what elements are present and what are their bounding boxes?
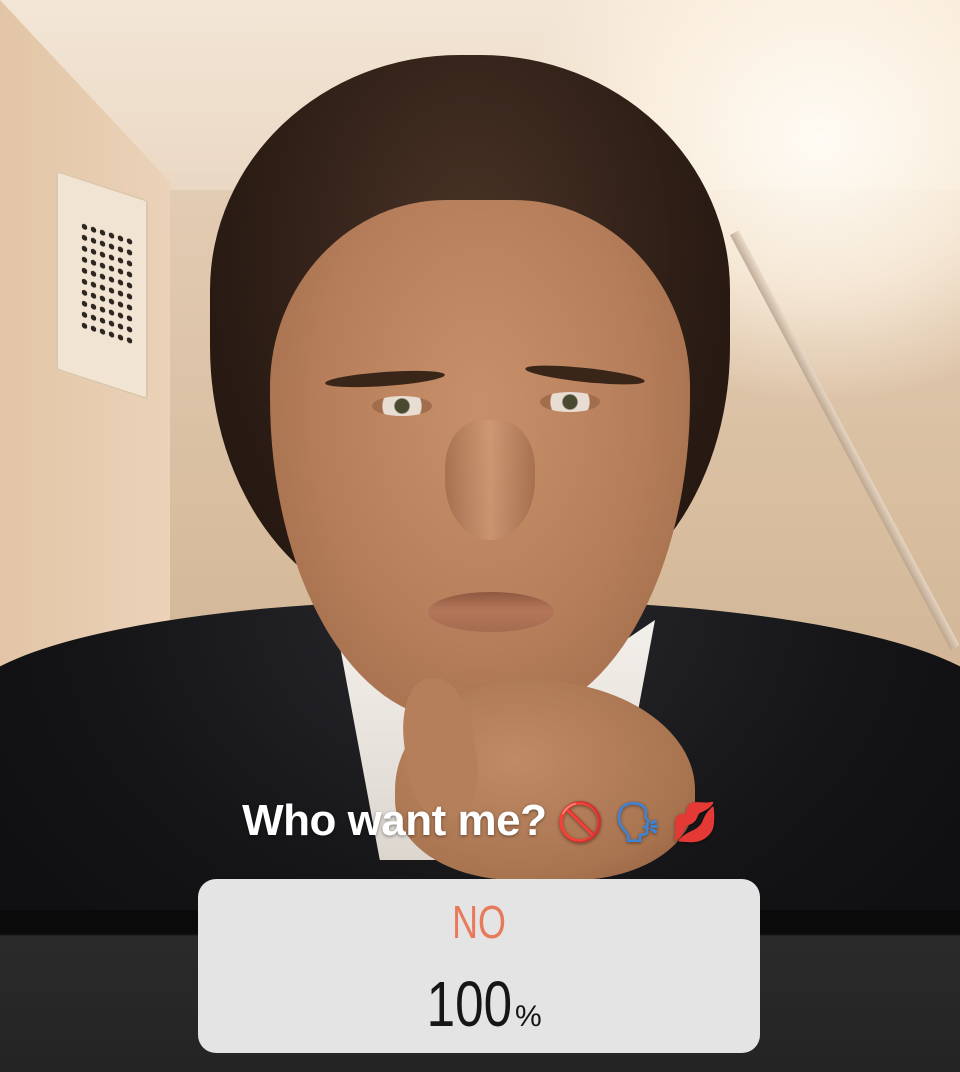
no-entry-emoji-icon: 🚫 bbox=[556, 800, 604, 844]
air-vent bbox=[56, 170, 148, 400]
background-photo bbox=[0, 0, 960, 910]
poll-sticker[interactable]: NO 100% bbox=[198, 879, 760, 1053]
poll-option-label[interactable]: NO bbox=[260, 895, 698, 949]
story-caption: Who want me? 🚫 🗣 💋 bbox=[0, 796, 960, 846]
kiss-mark-emoji-icon: 💋 bbox=[671, 800, 718, 844]
poll-percent-value: 100 bbox=[426, 968, 513, 1040]
right-eye bbox=[540, 392, 600, 412]
mouth bbox=[428, 592, 554, 632]
poll-result: 100% bbox=[198, 967, 760, 1041]
caption-text: Who want me? bbox=[242, 796, 547, 845]
speaking-head-emoji-icon: 🗣 bbox=[613, 800, 662, 844]
vent-grille bbox=[80, 219, 134, 348]
poll-percent-sign: % bbox=[515, 1000, 542, 1033]
left-eye bbox=[372, 396, 432, 416]
nose bbox=[445, 420, 535, 540]
